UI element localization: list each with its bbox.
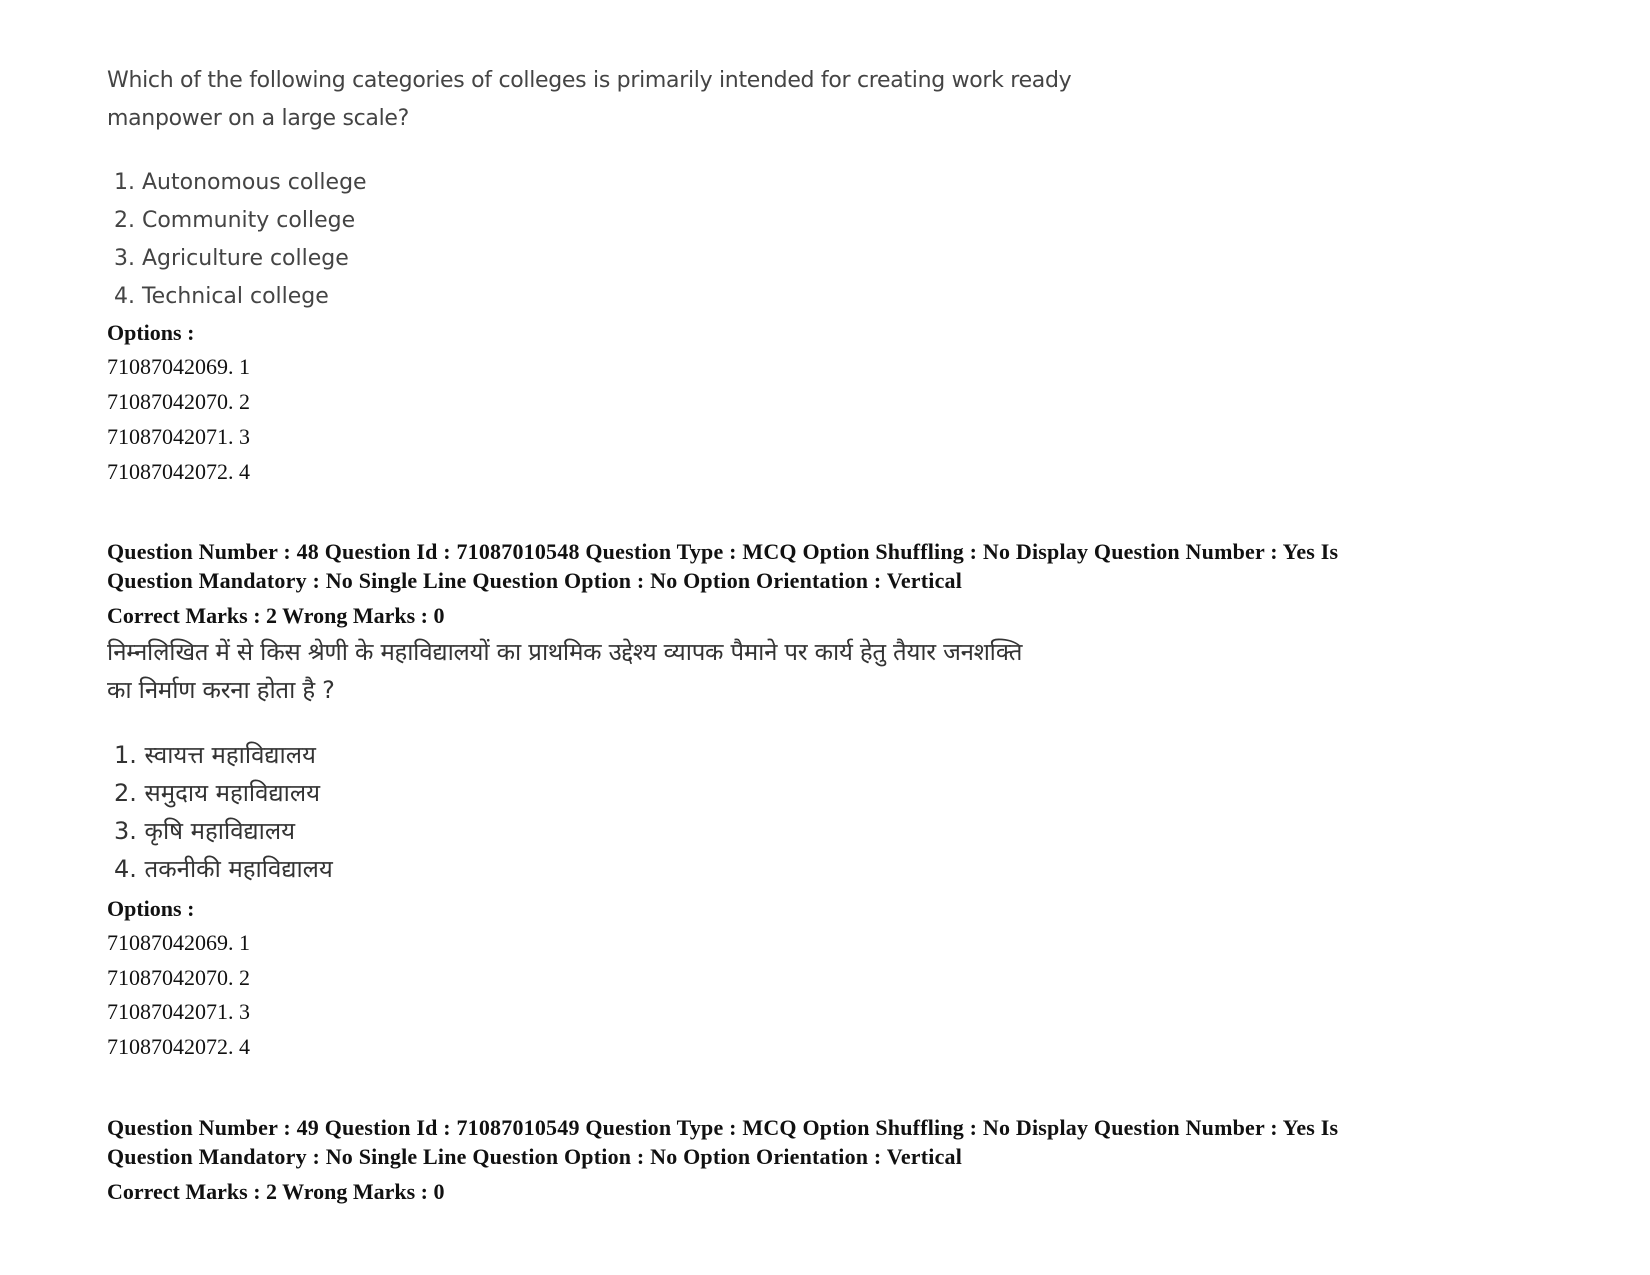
meta-line: Question Number : 49 Question Id : 71087…: [107, 1115, 1339, 1140]
marks-info-49: Correct Marks : 2 Wrong Marks : 0: [107, 1179, 445, 1204]
options-label: Options :: [107, 320, 195, 345]
option-id: 71087042070. 2: [107, 389, 250, 414]
option-id: 71087042069. 1: [107, 930, 250, 955]
question-line: निम्नलिखित में से किस श्रेणी के महाविद्य…: [107, 638, 1023, 666]
meta-line: Question Number : 48 Question Id : 71087…: [107, 539, 1339, 564]
question-line: manpower on a large scale?: [107, 106, 410, 131]
choice-list-hindi: 1. स्वायत्त महाविद्यालय 2. समुदाय महाविद…: [114, 736, 333, 888]
option-id: 71087042071. 3: [107, 424, 250, 449]
question-text-english: Which of the following categories of col…: [107, 62, 1207, 138]
choice-item: 3. Agriculture college: [114, 246, 349, 271]
question-text-hindi: निम्नलिखित में से किस श्रेणी के महाविद्य…: [107, 633, 1207, 709]
choice-item: 4. तकनीकी महाविद्यालय: [114, 855, 333, 883]
options-label: Options :: [107, 896, 195, 921]
choice-item: 1. Autonomous college: [114, 170, 367, 195]
choice-item: 2. समुदाय महाविद्यालय: [114, 779, 321, 807]
question-meta-49: Question Number : 49 Question Id : 71087…: [107, 1113, 1527, 1171]
question-line: का निर्माण करना होता है ?: [107, 676, 335, 704]
question-line: Which of the following categories of col…: [107, 68, 1072, 93]
choice-item: 3. कृषि महाविद्यालय: [114, 817, 296, 845]
option-id: 71087042072. 4: [107, 1034, 250, 1059]
option-id: 71087042072. 4: [107, 459, 250, 484]
option-id: 71087042070. 2: [107, 965, 250, 990]
choice-item: 2. Community college: [114, 208, 356, 233]
meta-line: Question Mandatory : No Single Line Ques…: [107, 1144, 963, 1169]
choice-item: 1. स्वायत्त महाविद्यालय: [114, 741, 316, 769]
option-id: 71087042069. 1: [107, 354, 250, 379]
option-id: 71087042071. 3: [107, 999, 250, 1024]
marks-info-48: Correct Marks : 2 Wrong Marks : 0: [107, 603, 445, 628]
choice-list-english: 1. Autonomous college 2. Community colle…: [114, 164, 367, 316]
meta-line: Question Mandatory : No Single Line Ques…: [107, 568, 963, 593]
question-meta-48: Question Number : 48 Question Id : 71087…: [107, 537, 1527, 595]
choice-item: 4. Technical college: [114, 284, 329, 309]
